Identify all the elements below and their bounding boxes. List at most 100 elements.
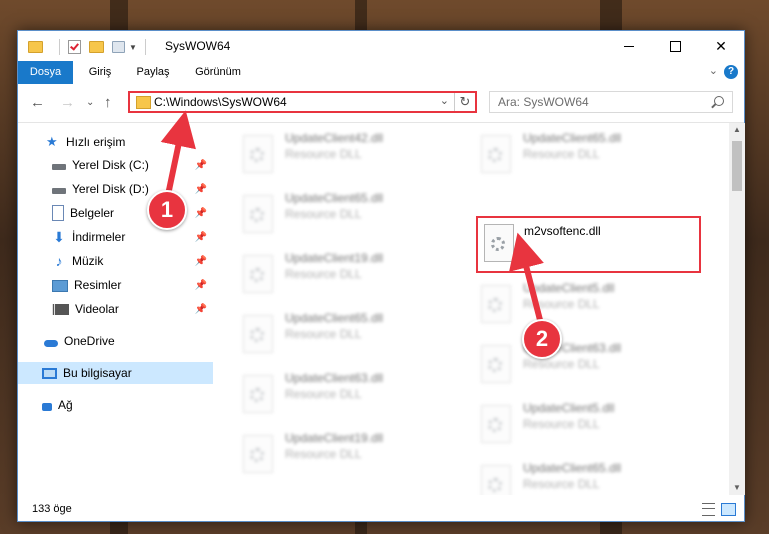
back-button[interactable]: ← xyxy=(30,94,45,111)
file-item[interactable]: UpdateClient65.dll Resource DLL xyxy=(239,311,439,361)
file-item[interactable]: UpdateClient63.dll Resource DLL xyxy=(239,371,439,421)
recent-locations-button[interactable]: ⌄ xyxy=(86,97,94,108)
pin-icon[interactable]: 📌 xyxy=(195,280,207,291)
music-icon: ♪ xyxy=(55,253,63,269)
file-name: UpdateClient65.dll xyxy=(523,461,622,475)
properties-icon[interactable] xyxy=(68,40,81,54)
pin-icon[interactable]: 📌 xyxy=(195,184,207,195)
sidebar-item-disk-c[interactable]: Yerel Disk (C:) 📌 xyxy=(18,154,213,176)
help-icon[interactable]: ? xyxy=(724,65,738,79)
tab-gorunum[interactable]: Görünüm xyxy=(186,61,250,84)
file-item[interactable]: UpdateClient19.dll Resource DLL xyxy=(239,431,439,481)
item-count: 133 öge xyxy=(32,503,72,515)
dll-file-icon xyxy=(481,405,511,443)
tab-paylas[interactable]: Paylaş xyxy=(127,61,179,84)
pin-icon[interactable]: 📌 xyxy=(195,232,207,243)
file-item[interactable]: UpdateClient5.dll Resource DLL xyxy=(477,281,677,331)
file-item[interactable]: UpdateClient63.dll Resource DLL xyxy=(477,341,677,391)
document-icon xyxy=(52,205,64,221)
drive-icon xyxy=(52,188,66,194)
search-icon[interactable] xyxy=(714,96,724,106)
dll-file-icon xyxy=(243,195,273,233)
tab-dosya[interactable]: Dosya xyxy=(18,61,73,84)
file-type: Resource DLL xyxy=(523,297,600,311)
minimize-icon xyxy=(624,45,634,47)
file-item[interactable]: UpdateClient65.dll Resource DLL xyxy=(239,191,439,241)
chevron-down-icon[interactable]: ▼ xyxy=(129,43,137,52)
drive-icon xyxy=(52,164,66,170)
separator xyxy=(59,39,60,55)
address-path[interactable]: C:\Windows\SysWOW64 xyxy=(154,95,287,109)
file-name: UpdateClient5.dll xyxy=(523,401,615,415)
file-item[interactable]: UpdateClient65.dll Resource DLL xyxy=(477,461,677,495)
sidebar-item-label: Ağ xyxy=(58,398,73,412)
computer-icon xyxy=(42,368,57,379)
scroll-up-icon[interactable]: ▲ xyxy=(729,123,745,137)
close-icon: ✕ xyxy=(715,37,727,54)
window-title: SysWOW64 xyxy=(165,39,231,53)
sidebar-item-videos[interactable]: Videolar 📌 xyxy=(18,298,213,320)
sidebar-item-label: OneDrive xyxy=(64,334,115,348)
download-icon: ⬇ xyxy=(53,229,65,245)
scroll-down-icon[interactable]: ▼ xyxy=(729,481,745,495)
forward-button[interactable]: → xyxy=(60,94,75,111)
scroll-thumb[interactable] xyxy=(732,141,742,191)
separator xyxy=(144,39,146,55)
file-type: Resource DLL xyxy=(285,147,362,161)
maximize-button[interactable] xyxy=(652,31,698,61)
file-type: Resource DLL xyxy=(285,267,362,281)
vertical-scrollbar[interactable]: ▲ ▼ xyxy=(729,123,745,495)
file-type: Resource DLL xyxy=(523,477,600,491)
step-badge-1: 1 xyxy=(147,190,187,230)
customize-toolbar-icon[interactable] xyxy=(112,41,125,53)
status-bar: 133 öge xyxy=(18,497,744,521)
file-name: UpdateClient19.dll xyxy=(285,431,384,445)
file-type: Resource DLL xyxy=(523,417,600,431)
dll-file-icon xyxy=(481,345,511,383)
pin-icon[interactable]: 📌 xyxy=(195,208,207,219)
file-item[interactable]: UpdateClient65.dll Resource DLL xyxy=(477,131,677,181)
sidebar-item-label: Hızlı erişim xyxy=(66,135,126,149)
file-type: Resource DLL xyxy=(285,447,362,461)
address-dropdown-icon[interactable]: ⌄ xyxy=(440,94,449,107)
file-name: UpdateClient42.dll xyxy=(285,131,384,145)
file-type: Resource DLL xyxy=(285,387,362,401)
large-icons-view-icon[interactable] xyxy=(721,503,736,516)
search-placeholder: Ara: SysWOW64 xyxy=(498,95,589,109)
file-item-m2vsoftenc[interactable]: m2vsoftenc.dll xyxy=(476,216,701,273)
details-view-icon[interactable] xyxy=(702,503,715,516)
step-badge-2: 2 xyxy=(522,319,562,359)
sidebar-item-disk-d[interactable]: Yerel Disk (D:) 📌 xyxy=(18,178,213,200)
sidebar-item-label: Videolar xyxy=(75,302,119,316)
file-name: UpdateClient19.dll xyxy=(285,251,384,265)
address-bar[interactable]: C:\Windows\SysWOW64 ⌄ ↻ xyxy=(128,91,477,113)
tab-giris[interactable]: Giriş xyxy=(77,61,123,84)
sidebar-item-network[interactable]: Ağ xyxy=(18,394,213,416)
file-type: Resource DLL xyxy=(523,147,600,161)
sidebar-item-music[interactable]: ♪ Müzik 📌 xyxy=(18,250,213,272)
pin-icon[interactable]: 📌 xyxy=(195,256,207,267)
network-icon xyxy=(42,402,52,411)
pin-icon[interactable]: 📌 xyxy=(195,304,207,315)
sidebar-item-pictures[interactable]: Resimler 📌 xyxy=(18,274,213,296)
folder-icon[interactable] xyxy=(28,41,43,53)
sidebar-item-onedrive[interactable]: OneDrive xyxy=(18,330,213,352)
close-button[interactable]: ✕ xyxy=(698,31,744,61)
refresh-button[interactable]: ↻ xyxy=(454,93,475,111)
sidebar-item-quick-access[interactable]: ★ Hızlı erişim xyxy=(18,131,213,153)
sidebar-item-downloads[interactable]: ⬇ İndirmeler 📌 xyxy=(18,226,213,248)
dll-file-icon xyxy=(243,255,273,293)
dll-file-icon xyxy=(243,435,273,473)
new-folder-icon[interactable] xyxy=(89,41,104,53)
search-input[interactable]: Ara: SysWOW64 xyxy=(489,91,733,113)
file-item[interactable]: UpdateClient19.dll Resource DLL xyxy=(239,251,439,301)
file-name: m2vsoftenc.dll xyxy=(524,224,601,238)
ribbon-expand-icon[interactable]: ⌄ xyxy=(709,64,718,77)
file-item[interactable]: UpdateClient5.dll Resource DLL xyxy=(477,401,677,451)
up-button[interactable]: ↑ xyxy=(104,94,112,111)
pin-icon[interactable]: 📌 xyxy=(195,160,207,171)
sidebar-item-this-pc[interactable]: Bu bilgisayar xyxy=(18,362,213,384)
minimize-button[interactable] xyxy=(606,31,652,61)
file-item[interactable]: UpdateClient42.dll Resource DLL xyxy=(239,131,439,181)
file-name: UpdateClient5.dll xyxy=(523,281,615,295)
